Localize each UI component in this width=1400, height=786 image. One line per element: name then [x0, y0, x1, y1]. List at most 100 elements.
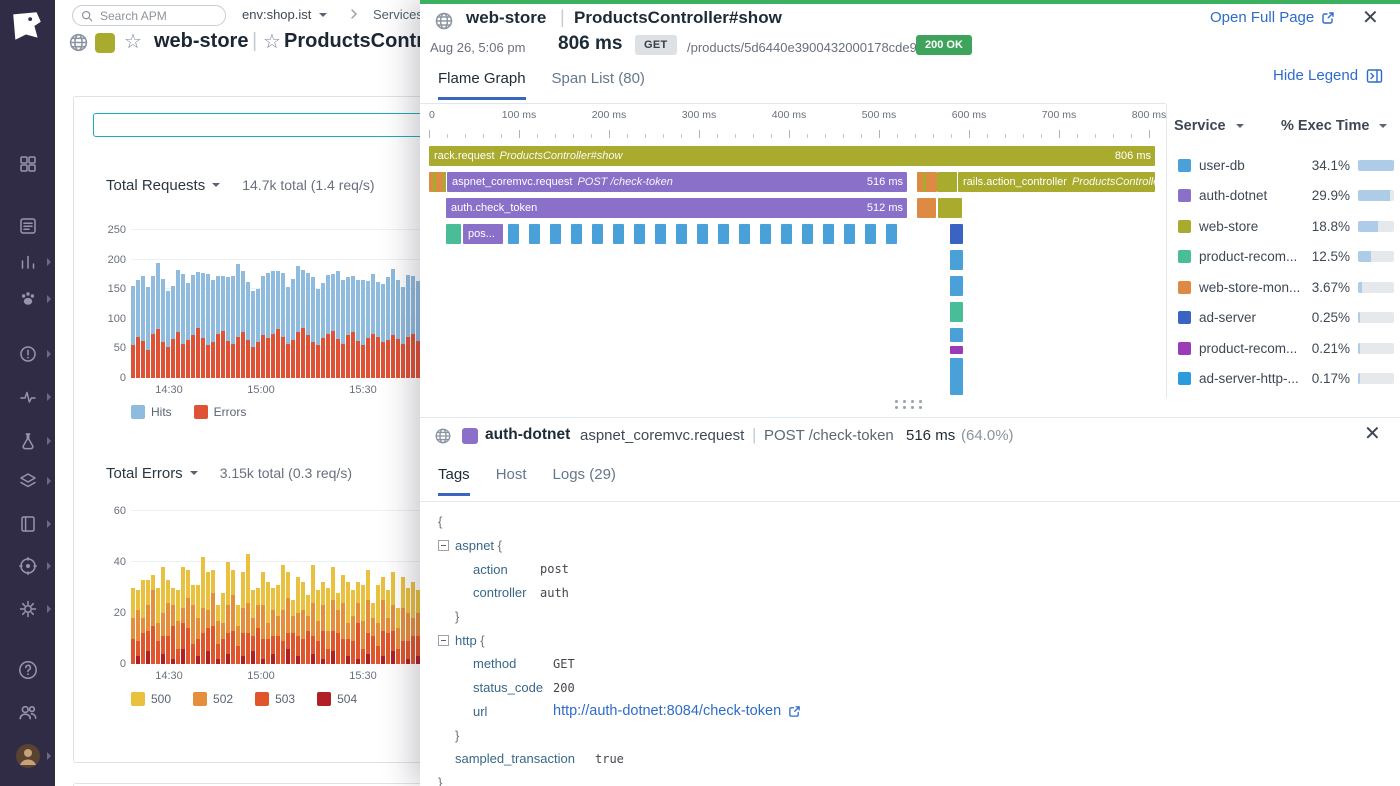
flame-span[interactable]	[446, 224, 461, 244]
hide-legend-link[interactable]: Hide Legend	[1273, 67, 1383, 84]
legend-exec-column-header[interactable]: % Exec Time	[1281, 118, 1387, 134]
flame-span[interactable]	[802, 224, 813, 244]
flame-span[interactable]	[950, 276, 963, 296]
legend-row[interactable]: auth-dotnet29.9%	[1166, 181, 1400, 212]
flame-span[interactable]	[613, 224, 624, 244]
legend-item[interactable]: 500	[131, 692, 171, 706]
flame-span[interactable]: rack.requestProductsController#show806 m…	[429, 146, 1155, 166]
flame-span[interactable]	[950, 328, 963, 342]
tag-key[interactable]: sampled_transaction	[455, 751, 595, 766]
legend-row[interactable]: web-store-mon...3.67%	[1166, 272, 1400, 303]
flame-span[interactable]	[634, 224, 645, 244]
flame-span[interactable]	[931, 198, 936, 218]
legend-item[interactable]: 502	[193, 692, 233, 706]
tab-logs-29-[interactable]: Logs (29)	[553, 466, 616, 496]
flame-span[interactable]	[508, 224, 519, 244]
flame-span[interactable]	[865, 224, 876, 244]
legend-item[interactable]: Hits	[131, 405, 172, 419]
favorite-star-icon[interactable]: ☆	[263, 29, 281, 54]
favorite-star-icon[interactable]: ☆	[124, 29, 142, 54]
close-panel-button[interactable]: ✕	[1362, 8, 1379, 28]
flame-graph[interactable]: rack.requestProductsController#show806 m…	[420, 0, 1166, 398]
legend-item[interactable]: 503	[255, 692, 295, 706]
sidebar-item-synthetics[interactable]	[0, 381, 55, 413]
close-span-detail-button[interactable]: ✕	[1364, 424, 1381, 444]
flame-span[interactable]	[697, 224, 708, 244]
tab-tags[interactable]: Tags	[438, 466, 470, 496]
tag-url-link[interactable]: http://auth-dotnet:8084/check-token	[553, 703, 781, 719]
flame-span[interactable]: pos...	[463, 224, 503, 244]
sidebar-item-infrastructure[interactable]	[0, 465, 55, 497]
flame-span[interactable]	[592, 224, 603, 244]
tag-key[interactable]: url	[473, 704, 553, 719]
flame-span[interactable]	[886, 224, 897, 244]
apm-search-box[interactable]	[72, 5, 226, 26]
legend-row[interactable]: product-recom...12.5%	[1166, 242, 1400, 273]
flame-span[interactable]	[655, 224, 666, 244]
flame-span[interactable]	[781, 224, 792, 244]
service-name: user-db	[1199, 158, 1245, 173]
env-selector[interactable]: env:shop.ist	[242, 7, 327, 22]
legend-row[interactable]: product-recom...0.21%	[1166, 333, 1400, 364]
resize-drag-handle[interactable]	[895, 400, 925, 410]
tag-group-key[interactable]: aspnet	[455, 538, 494, 553]
legend-item[interactable]: Errors	[194, 405, 247, 419]
sidebar-item-apps[interactable]	[0, 148, 55, 180]
search-input[interactable]	[98, 8, 208, 24]
flame-span[interactable]	[950, 358, 963, 395]
tag-key[interactable]: method	[473, 656, 553, 671]
sidebar-item-help[interactable]	[0, 654, 55, 686]
collapse-toggle[interactable]	[438, 540, 449, 551]
flame-span[interactable]	[718, 224, 729, 244]
flame-span[interactable]	[938, 198, 962, 218]
requests-title[interactable]: Total Requests	[106, 177, 205, 194]
flame-span[interactable]	[950, 250, 963, 270]
flame-span[interactable]	[529, 224, 540, 244]
flame-span[interactable]: auth.check_token512 ms	[446, 198, 907, 218]
datadog-apm-app: env:shop.ist Services ☆ web-store | ☆ Pr…	[0, 0, 1400, 786]
flame-span[interactable]	[571, 224, 582, 244]
legend-service-column-header[interactable]: Service	[1174, 118, 1244, 134]
open-full-page-link[interactable]: Open Full Page	[1210, 9, 1335, 26]
flame-span[interactable]	[823, 224, 834, 244]
sidebar-item-settings[interactable]	[0, 593, 55, 625]
tag-group-key[interactable]: http	[455, 633, 477, 648]
legend-row[interactable]: user-db34.1%	[1166, 150, 1400, 181]
flame-span[interactable]: aspnet_coremvc.requestPOST /check-token5…	[447, 172, 907, 192]
sidebar-item-metrics[interactable]	[0, 246, 55, 278]
sidebar-item-events[interactable]	[0, 210, 55, 242]
errors-chart[interactable]	[131, 511, 431, 664]
tag-key[interactable]: controller	[473, 585, 540, 600]
tag-key[interactable]: action	[473, 562, 540, 577]
flame-span[interactable]	[844, 224, 855, 244]
flame-span[interactable]	[937, 172, 957, 192]
requests-chart[interactable]	[131, 230, 431, 378]
legend-item[interactable]: 504	[317, 692, 357, 706]
tab-host[interactable]: Host	[496, 466, 527, 496]
sidebar-item-monitors[interactable]	[0, 550, 55, 582]
sidebar-item-org-users[interactable]	[0, 696, 55, 728]
external-link-icon	[1321, 11, 1335, 25]
flame-span[interactable]	[739, 224, 750, 244]
flame-span[interactable]	[950, 346, 963, 354]
legend-row[interactable]: web-store18.8%	[1166, 211, 1400, 242]
flame-span[interactable]	[676, 224, 687, 244]
sidebar-item-notebooks[interactable]	[0, 508, 55, 540]
errors-title[interactable]: Total Errors	[106, 465, 183, 482]
flame-span[interactable]	[550, 224, 561, 244]
sidebar-item-user-profile[interactable]	[0, 740, 55, 772]
datadog-logo[interactable]	[9, 8, 45, 44]
legend-row[interactable]: ad-server-http-...0.17%	[1166, 364, 1400, 395]
legend-row[interactable]: ad-server0.25%	[1166, 303, 1400, 334]
flame-span[interactable]: rails.action_controllerProductsControlle…	[958, 172, 1155, 192]
collapse-toggle[interactable]	[438, 635, 449, 646]
flame-span[interactable]	[950, 224, 963, 244]
flame-span[interactable]	[760, 224, 771, 244]
tag-key[interactable]: status_code	[473, 680, 553, 695]
breadcrumb-services[interactable]: Services	[373, 7, 423, 22]
flame-span[interactable]	[950, 302, 963, 322]
exec-time-gauge	[1358, 312, 1394, 323]
sidebar-item-error-tracking[interactable]	[0, 425, 55, 457]
sidebar-item-apm[interactable]	[0, 283, 55, 315]
sidebar-item-watchdog[interactable]	[0, 338, 55, 370]
